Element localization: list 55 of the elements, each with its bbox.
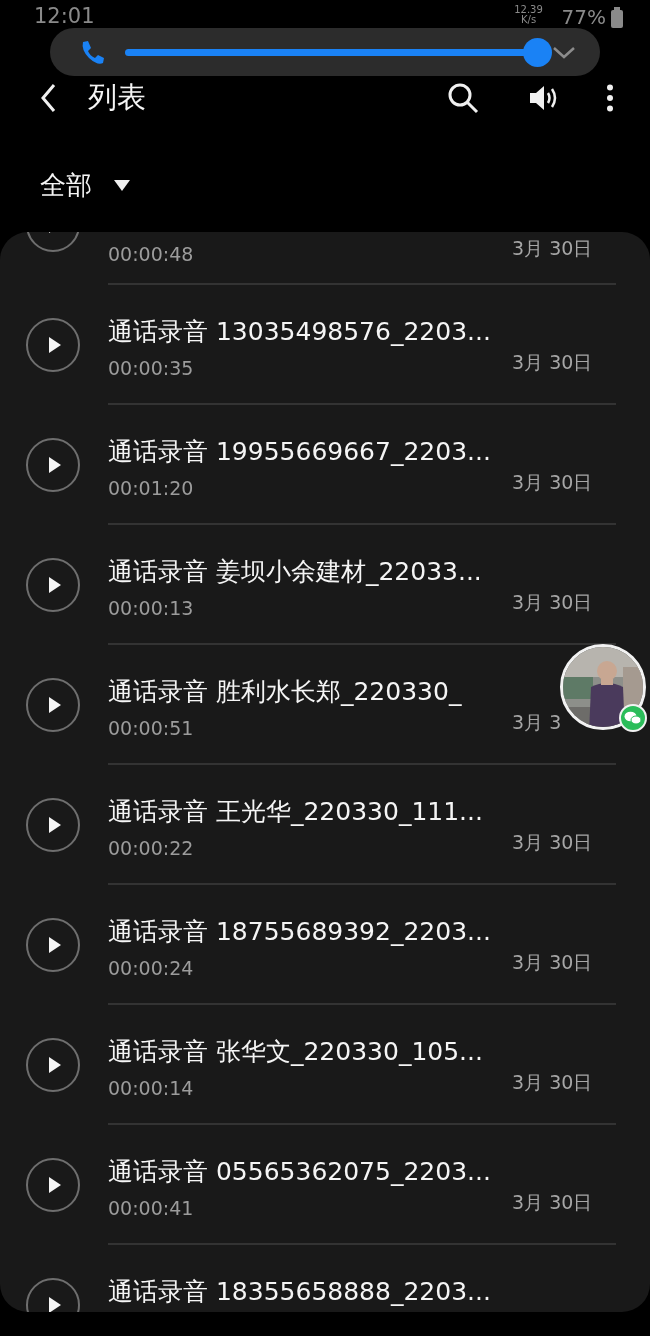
recording-title: 通话录音 姜坝小余建材_22033... [108, 556, 483, 588]
recording-date: 3月 30日 [512, 236, 594, 261]
play-icon [48, 697, 62, 713]
play-icon [48, 1297, 62, 1312]
recording-title: 通话录音 胜利水长郑_220330_ [108, 676, 463, 708]
recording-duration: 00:00:22 [108, 836, 194, 861]
play-button[interactable] [26, 558, 80, 612]
recording-title: 通话录音 王光华_220330_111... [108, 796, 484, 828]
recording-date: 3月 30日 [512, 470, 594, 495]
more-options-icon[interactable] [606, 84, 614, 112]
recording-title: 通话录音 18755689392_2203... [108, 916, 492, 948]
recording-duration: 00:00:48 [108, 242, 194, 267]
recording-title: 通话录音 13035498576_2203... [108, 316, 492, 348]
play-button[interactable] [26, 438, 80, 492]
chevron-down-icon[interactable] [552, 44, 576, 60]
play-button[interactable] [26, 798, 80, 852]
play-button[interactable] [26, 678, 80, 732]
recording-duration: 00:00:51 [108, 716, 194, 741]
recording-title: 通话录音 18355658888_2203... [108, 1276, 492, 1308]
status-time: 12:01 [34, 3, 95, 31]
play-icon [48, 817, 62, 833]
recording-date: 3月 30日 [512, 1190, 594, 1215]
recording-date: 3月 30日 [512, 350, 594, 375]
recording-date: 3月 30日 [512, 1070, 594, 1095]
battery-level: 77% [561, 4, 606, 31]
recording-date: 3月 30日 [512, 950, 594, 975]
play-icon [48, 457, 62, 473]
play-icon [48, 337, 62, 353]
play-icon [48, 937, 62, 953]
recording-date: 3月 30日 [512, 590, 594, 615]
back-icon[interactable] [40, 83, 56, 113]
play-icon [48, 577, 62, 593]
recording-duration: 00:00:14 [108, 1076, 194, 1101]
play-icon [48, 1177, 62, 1193]
recording-duration: 00:00:41 [108, 1196, 194, 1221]
play-button[interactable] [26, 1158, 80, 1212]
recording-date: 3月 30日 [512, 830, 594, 855]
battery-icon [610, 5, 624, 29]
recording-duration: 00:01:20 [108, 476, 194, 501]
recording-title: 通话录音 05565362075_2203... [108, 1156, 492, 1188]
recording-duration: 00:00:13 [108, 596, 194, 621]
filter-dropdown[interactable]: 全部 [40, 165, 130, 205]
recording-title: 通话录音 张华文_220330_105... [108, 1036, 484, 1068]
search-icon[interactable] [448, 82, 479, 114]
network-speed: 12.39 K/s [513, 5, 544, 25]
recording-title: 通话录音 19955669667_2203... [108, 436, 492, 468]
play-button[interactable] [26, 1038, 80, 1092]
recording-duration: 00:00:35 [108, 356, 194, 381]
recording-duration: 00:00:24 [108, 956, 194, 981]
screen-title: 列表 [88, 79, 147, 117]
play-button[interactable] [26, 318, 80, 372]
recording-date: 3月 3 [512, 710, 563, 735]
play-button[interactable] [26, 918, 80, 972]
play-icon [48, 1057, 62, 1073]
dropdown-caret-icon [114, 179, 130, 191]
